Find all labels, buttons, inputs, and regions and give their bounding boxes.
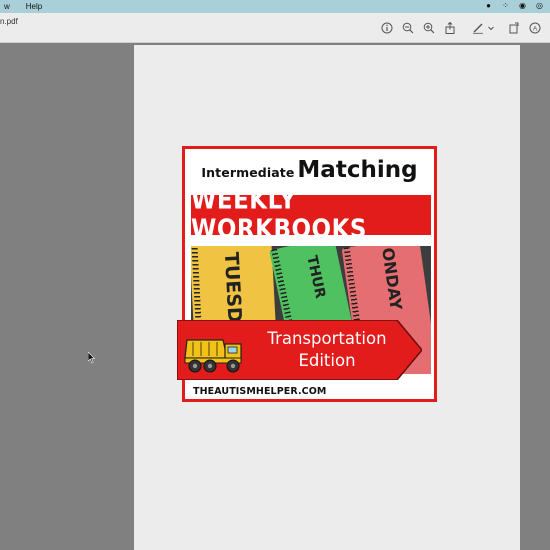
record-icon[interactable]: ● xyxy=(484,1,493,10)
eye-icon[interactable]: ◎ xyxy=(535,1,544,10)
menu-bar: w Help ● ⁘ ◉ ◎ xyxy=(0,0,550,13)
toolbar-icons: A xyxy=(373,21,542,35)
rotate-icon[interactable] xyxy=(507,21,521,35)
dump-truck-icon xyxy=(184,339,242,373)
chevron-down-icon[interactable] xyxy=(487,21,495,35)
workbook-cover: Intermediate Matching WEEKLY WORKBOOKS TU… xyxy=(177,146,437,402)
markup-icon[interactable] xyxy=(471,21,485,35)
pdf-page: Intermediate Matching WEEKLY WORKBOOKS TU… xyxy=(134,45,520,550)
edition-line-transportation: Transportation xyxy=(267,329,387,348)
book-label-thursday: THUR xyxy=(303,254,329,300)
weekly-workbooks-banner: WEEKLY WORKBOOKS xyxy=(191,186,431,244)
svg-text:A: A xyxy=(533,25,538,32)
edition-line-edition: Edition xyxy=(298,351,356,370)
edition-banner: Transportation Edition xyxy=(177,320,422,380)
dots-icon[interactable]: ⁘ xyxy=(501,1,510,10)
edition-text: Transportation Edition xyxy=(242,328,412,372)
menu-item-help[interactable]: Help xyxy=(22,2,46,11)
annotate-icon[interactable]: A xyxy=(528,21,542,35)
zoom-in-icon[interactable] xyxy=(422,21,436,35)
menu-extras: ● ⁘ ◉ ◎ xyxy=(484,1,544,10)
document-filename: n.pdf xyxy=(0,17,18,26)
title-intermediate: Intermediate xyxy=(201,165,295,180)
share-icon[interactable] xyxy=(443,21,457,35)
title-matching: Matching xyxy=(297,157,418,183)
zoom-out-icon[interactable] xyxy=(401,21,415,35)
banner-text: WEEKLY WORKBOOKS xyxy=(191,185,367,245)
info-icon[interactable] xyxy=(380,21,394,35)
window-toolbar: n.pdf A xyxy=(0,13,550,43)
book-label-monday: ONDAY xyxy=(378,246,406,312)
document-viewer[interactable]: Intermediate Matching WEEKLY WORKBOOKS TU… xyxy=(0,43,550,550)
chat-icon[interactable]: ◉ xyxy=(518,1,527,10)
menu-item-window[interactable]: w xyxy=(0,2,14,11)
website-label: THEAUTISMHELPER.COM xyxy=(193,386,327,397)
cover-title: Intermediate Matching xyxy=(185,157,434,183)
mouse-cursor-icon xyxy=(88,352,96,364)
